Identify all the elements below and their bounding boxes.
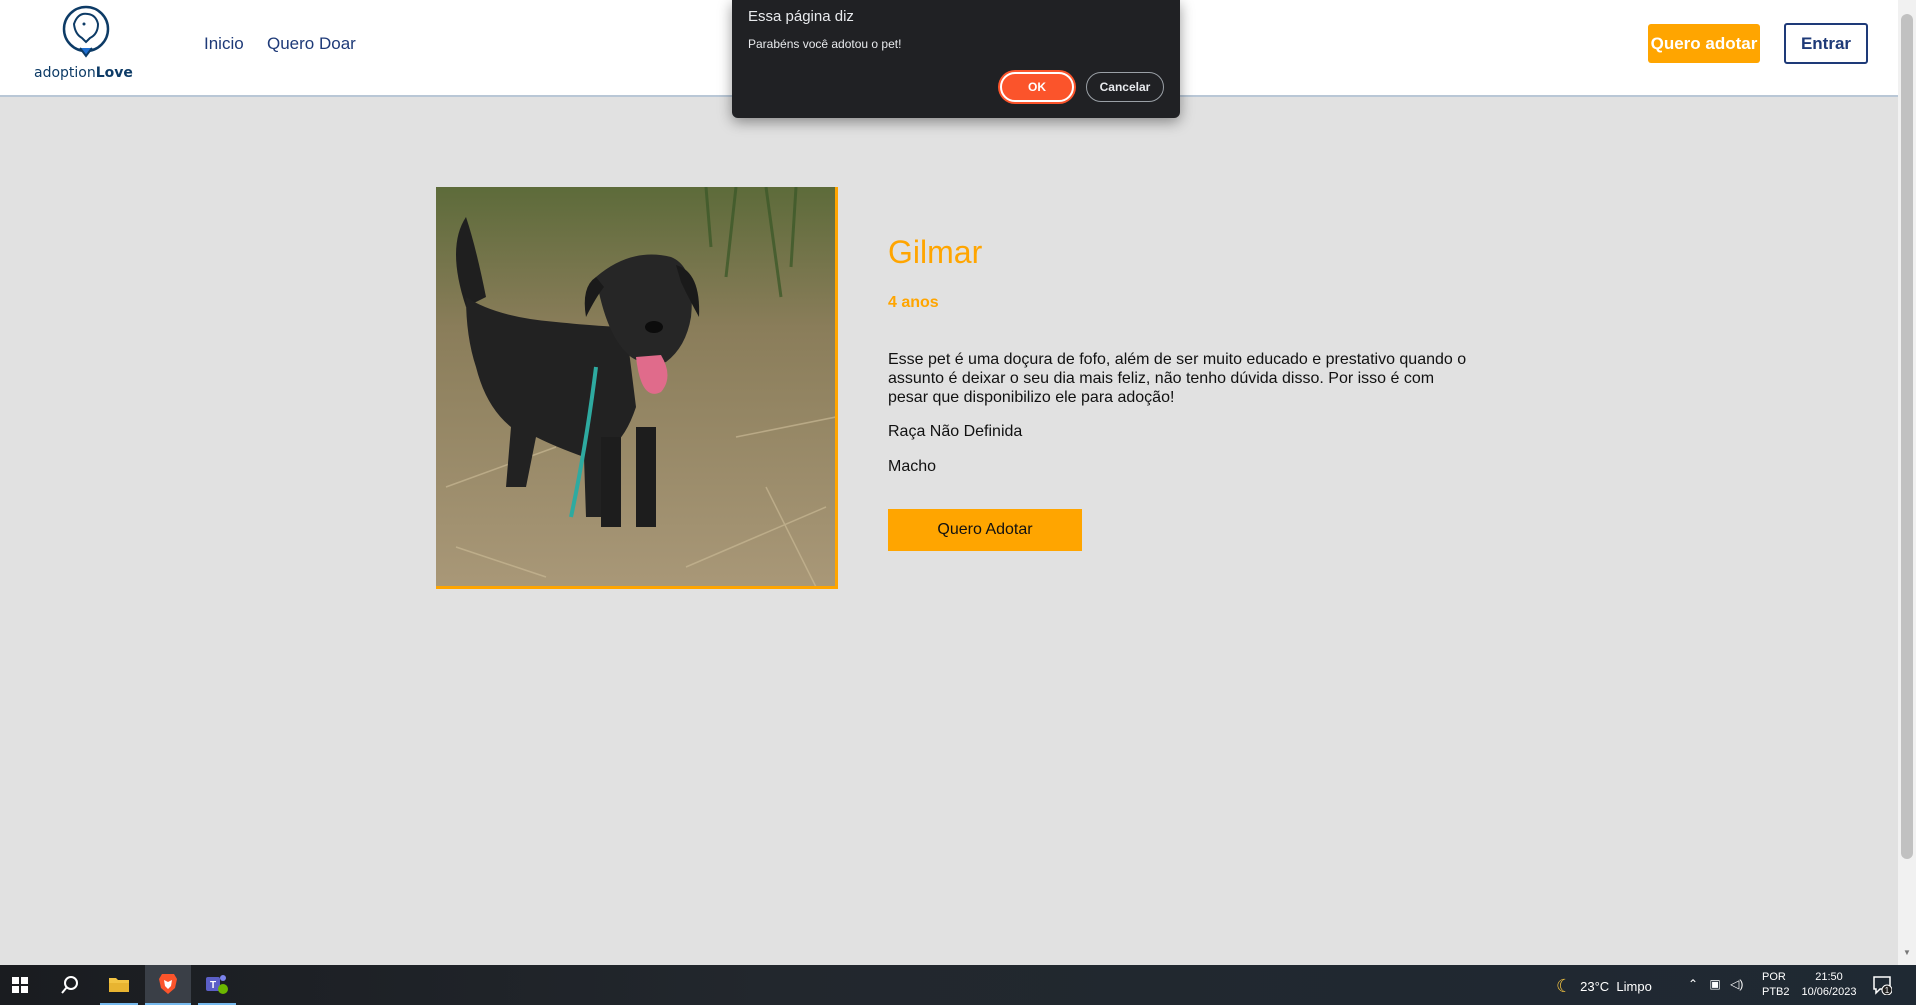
- notification-center-button[interactable]: 1: [1872, 975, 1893, 1000]
- logo-dog-heart-icon: [62, 5, 110, 58]
- clock-date: 10/06/2023: [1801, 986, 1857, 998]
- taskbar-search-button[interactable]: [48, 965, 92, 1005]
- dialog-title: Essa página diz: [748, 8, 854, 25]
- scrollbar-thumb[interactable]: [1901, 14, 1913, 859]
- taskbar-brave-browser[interactable]: [145, 965, 191, 1005]
- entrar-button[interactable]: Entrar: [1784, 23, 1868, 64]
- input-language[interactable]: POR PTB2: [1762, 970, 1790, 1000]
- chevron-up-icon[interactable]: ⌃: [1688, 977, 1698, 991]
- page-scrollbar[interactable]: ▼: [1898, 0, 1916, 965]
- scroll-down-arrow-icon[interactable]: ▼: [1902, 948, 1912, 958]
- pet-name: Gilmar: [888, 234, 983, 270]
- system-tray[interactable]: ⌃ ▣ ◁): [1688, 977, 1743, 991]
- windows-logo-icon: [12, 977, 28, 993]
- windows-taskbar: T ☾ 23°C Limpo ⌃ ▣ ◁) POR PTB2 21:50 10/…: [0, 965, 1916, 1005]
- volume-icon[interactable]: ◁): [1730, 977, 1743, 991]
- notification-count: 1: [1885, 986, 1890, 995]
- logo-wordmark: adoptionLove: [34, 65, 133, 81]
- keyboard-layout: PTB2: [1762, 986, 1790, 998]
- dialog-cancel-button[interactable]: Cancelar: [1086, 72, 1164, 102]
- svg-text:T: T: [210, 980, 216, 991]
- dog-photo-illustration: [436, 187, 835, 586]
- moon-icon: ☾: [1556, 976, 1573, 996]
- taskbar-clock[interactable]: 21:50 10/06/2023: [1798, 970, 1860, 1000]
- clock-time: 21:50: [1815, 971, 1843, 983]
- weather-text: 23°C Limpo: [1580, 979, 1652, 994]
- dialog-ok-button[interactable]: OK: [1000, 72, 1074, 102]
- pet-age: 4 anos: [888, 294, 939, 311]
- quero-adotar-header-button[interactable]: Quero adotar: [1648, 24, 1760, 63]
- alert-dialog: Essa página diz Parabéns você adotou o p…: [732, 0, 1180, 118]
- teams-icon: T: [206, 975, 228, 994]
- nav-link-inicio[interactable]: Inicio: [204, 34, 244, 54]
- taskbar-teams[interactable]: T: [198, 965, 236, 1005]
- site-logo[interactable]: adoptionLove: [34, 4, 138, 84]
- pet-description: Esse pet é uma doçura de fofo, além de s…: [888, 351, 1467, 406]
- taskbar-weather[interactable]: ☾ 23°C Limpo: [1556, 976, 1652, 997]
- pet-photo: [436, 187, 838, 589]
- dialog-message: Parabéns você adotou o pet!: [748, 37, 902, 51]
- taskbar-file-explorer[interactable]: [100, 965, 138, 1005]
- search-icon: [61, 976, 78, 994]
- network-icon[interactable]: ▣: [1709, 977, 1720, 991]
- notification-icon: 1: [1873, 976, 1893, 996]
- start-button[interactable]: [0, 965, 40, 1005]
- pet-sex: Macho: [888, 458, 937, 475]
- brave-lion-icon: [159, 974, 177, 994]
- pet-breed: Raça Não Definida: [888, 423, 1023, 440]
- folder-icon: [109, 978, 129, 992]
- nav-link-quero-doar[interactable]: Quero Doar: [267, 34, 356, 54]
- quero-adotar-button[interactable]: Quero Adotar: [888, 509, 1082, 551]
- language-code: POR: [1762, 971, 1786, 983]
